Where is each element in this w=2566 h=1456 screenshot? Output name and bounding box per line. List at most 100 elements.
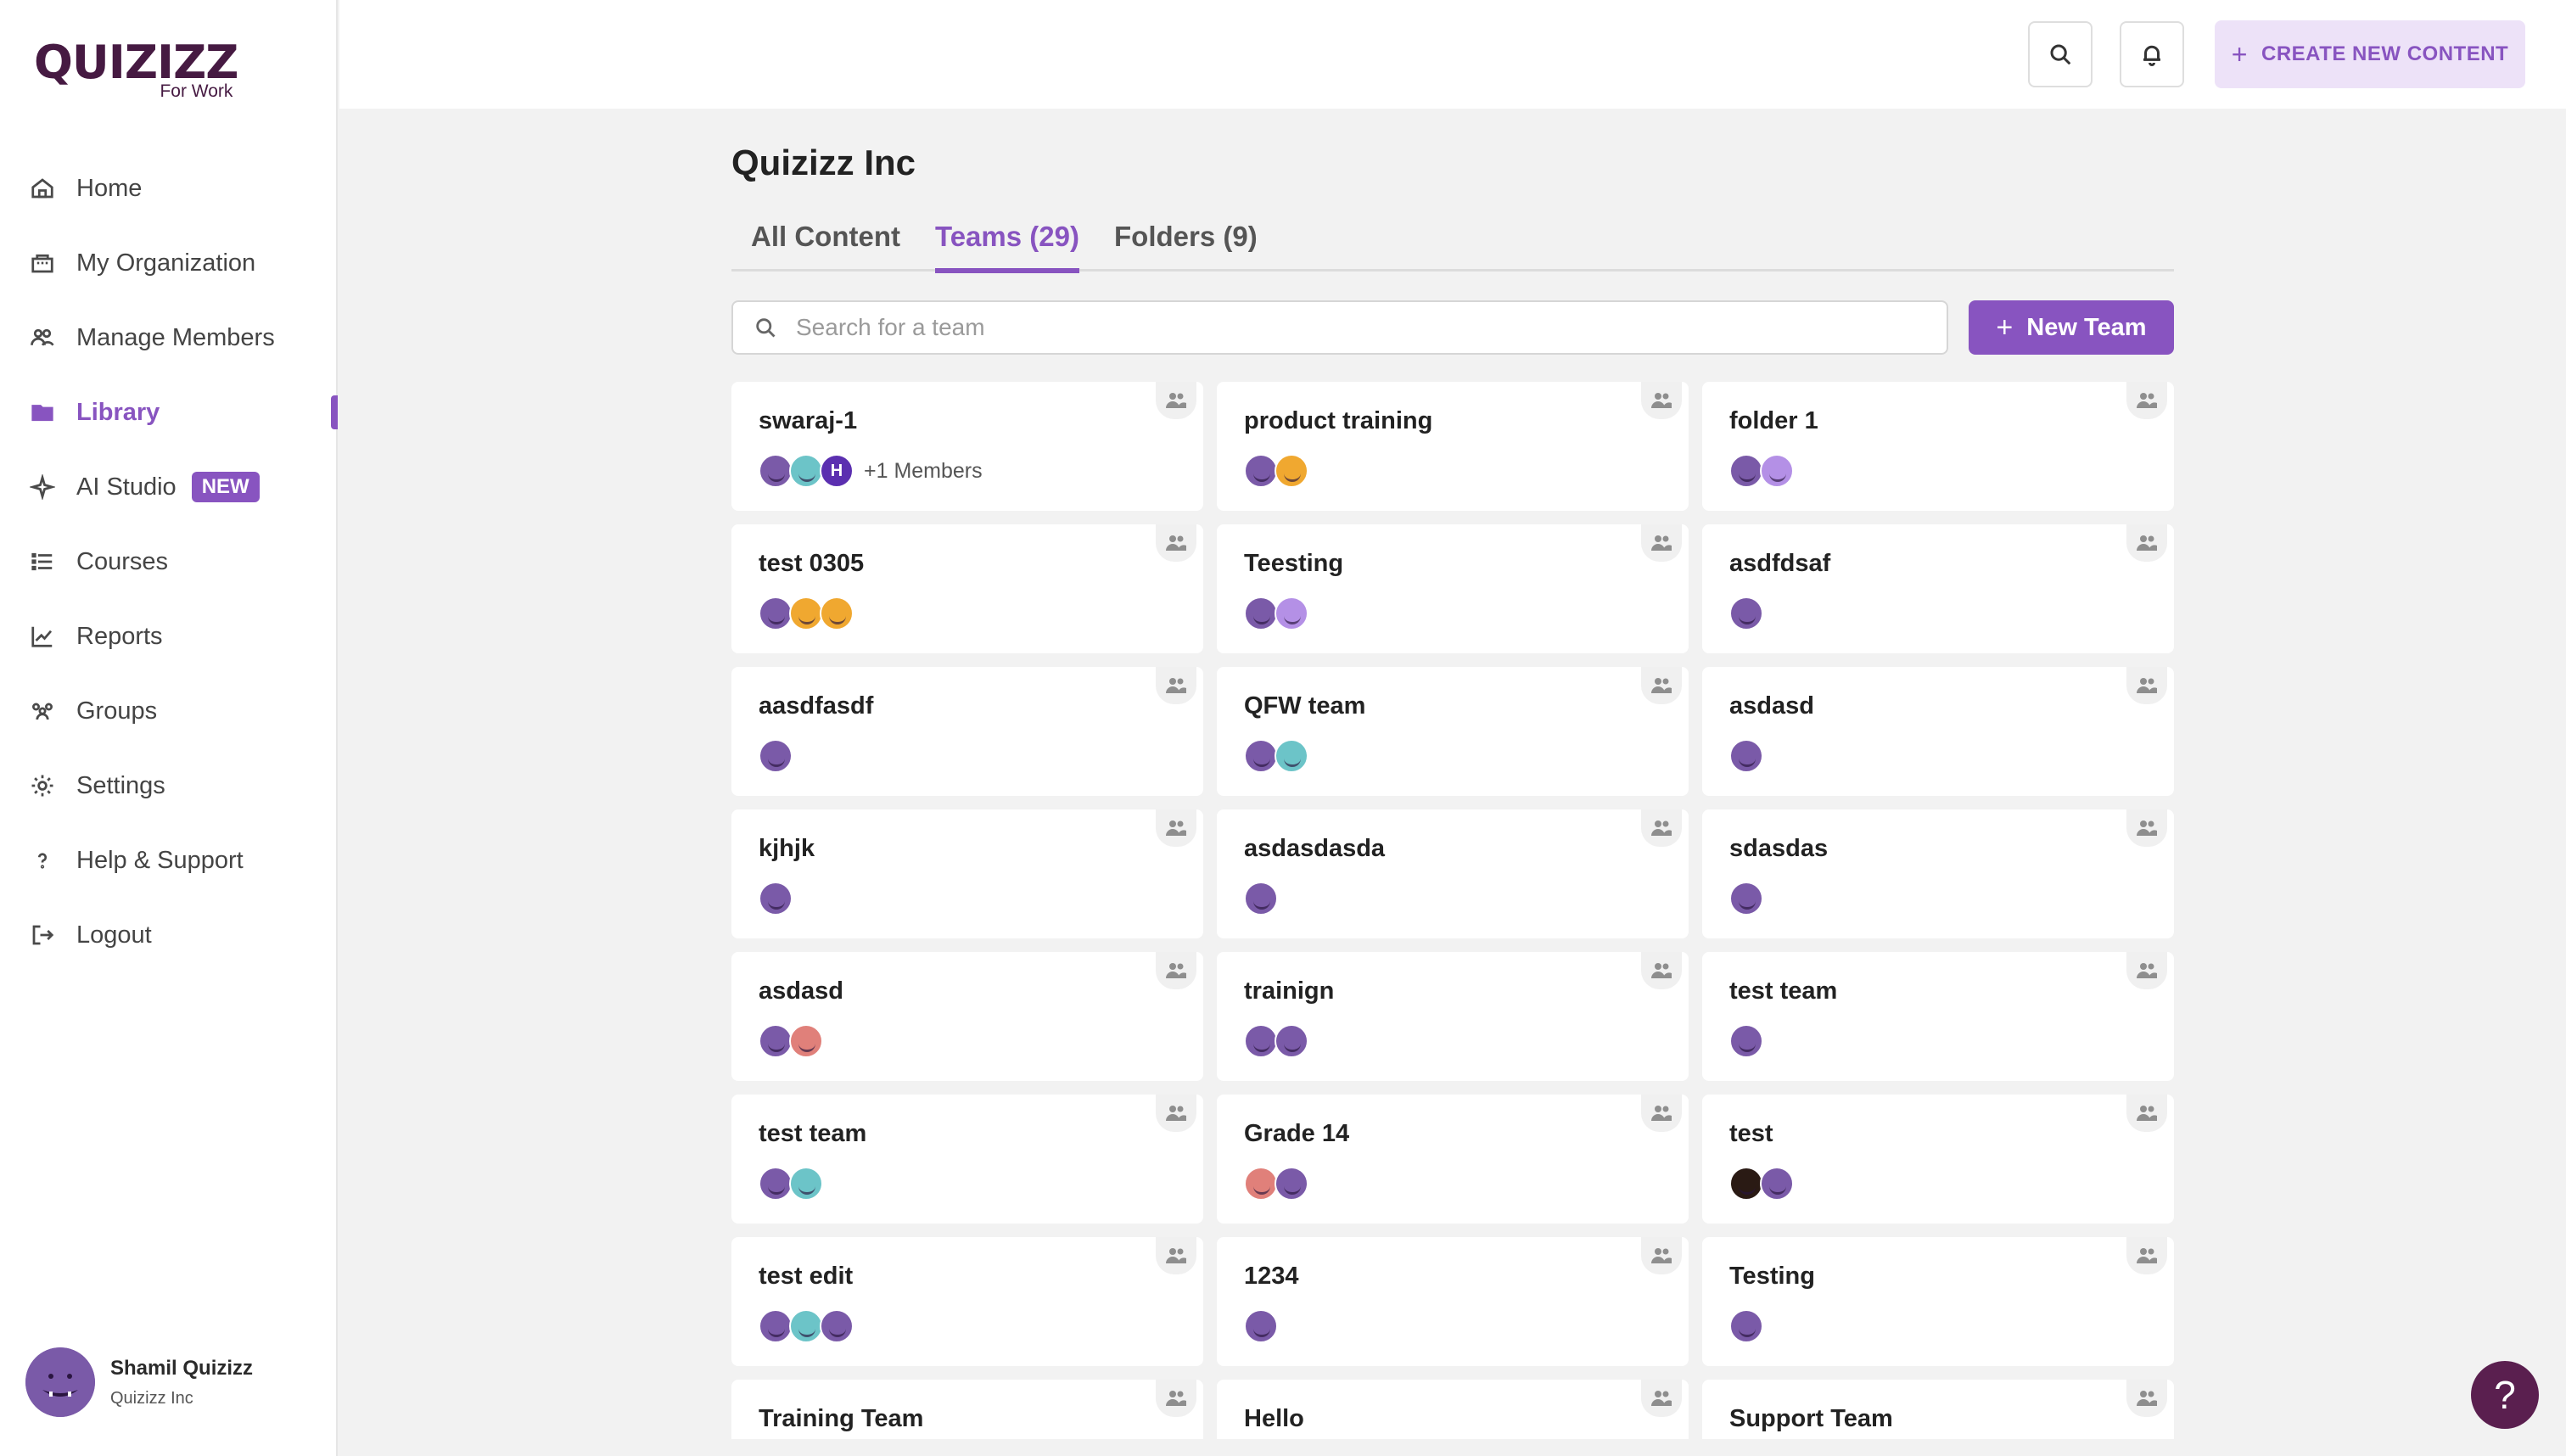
team-card[interactable]: kjhjk (731, 809, 1203, 938)
avatar (820, 596, 854, 630)
team-members (1244, 454, 1661, 488)
team-icon (1156, 952, 1196, 989)
sidebar-item-library[interactable]: Library (0, 375, 338, 450)
groups-icon (27, 696, 58, 726)
team-name: 1234 (1244, 1263, 1299, 1290)
top-bar: + CREATE NEW CONTENT (339, 0, 2566, 109)
team-icon (2126, 1237, 2167, 1274)
sidebar-item-reports[interactable]: Reports (0, 599, 338, 674)
team-icon (1156, 1095, 1196, 1132)
help-chat-button[interactable]: ? (2471, 1361, 2539, 1429)
avatar (789, 596, 823, 630)
avatar (1275, 454, 1308, 488)
quizizz-logo[interactable]: QUIZIZZ For Work (34, 37, 238, 102)
sidebar-item-settings[interactable]: Settings (0, 748, 338, 823)
avatar (789, 1024, 823, 1058)
team-card[interactable]: sdasdas (1702, 809, 2174, 938)
sidebar-item-label: Library (76, 398, 160, 426)
sidebar-item-logout[interactable]: Logout (0, 898, 338, 972)
team-members (759, 882, 1176, 916)
team-search-input[interactable] (796, 314, 1899, 341)
sparkle-icon (27, 472, 58, 502)
sidebar-item-label: Reports (76, 622, 163, 650)
team-name: test (1729, 1120, 1773, 1147)
team-name: Hello (1244, 1405, 1304, 1432)
team-icon (1641, 524, 1682, 562)
team-name: asdasd (1729, 692, 1814, 720)
sidebar-item-manage-members[interactable]: Manage Members (0, 300, 338, 375)
page-title: Quizizz Inc (731, 143, 916, 182)
team-card[interactable]: asdasdasda (1217, 809, 1689, 938)
team-members (759, 1309, 1176, 1343)
team-icon (2126, 809, 2167, 847)
team-name: test 0305 (759, 550, 865, 577)
team-icon (1641, 952, 1682, 989)
sidebar-item-label: Logout (76, 921, 152, 949)
new-team-button[interactable]: + New Team (1969, 300, 2174, 355)
team-card[interactable]: Hello (1217, 1380, 1689, 1439)
team-card[interactable]: Support Team (1702, 1380, 2174, 1439)
team-card[interactable]: Grade 14 (1217, 1095, 1689, 1224)
team-name: folder 1 (1729, 407, 1818, 434)
notifications-button[interactable] (2120, 21, 2184, 87)
sidebar-item-my-organization[interactable]: My Organization (0, 226, 338, 300)
team-card[interactable]: asdfdsaf (1702, 524, 2174, 653)
team-card[interactable]: test (1702, 1095, 2174, 1224)
avatar (1275, 739, 1308, 773)
sidebar-item-help-support[interactable]: Help & Support (0, 823, 338, 898)
sidebar-item-groups[interactable]: Groups (0, 674, 338, 748)
team-card[interactable]: product training (1217, 382, 1689, 511)
avatar (1275, 1167, 1308, 1201)
sidebar-item-label: Manage Members (76, 323, 275, 351)
team-card[interactable]: QFW team (1217, 667, 1689, 796)
team-icon (1156, 667, 1196, 704)
team-card[interactable]: Teesting (1217, 524, 1689, 653)
sidebar-item-courses[interactable]: Courses (0, 524, 338, 599)
plus-icon: + (2231, 38, 2248, 70)
avatar (1275, 596, 1308, 630)
tab-all-content[interactable]: All Content (751, 221, 900, 268)
team-card[interactable]: Training Team (731, 1380, 1203, 1439)
avatar (1729, 1167, 1763, 1201)
team-members (1729, 1024, 2147, 1058)
team-card[interactable]: test team (1702, 952, 2174, 1081)
team-icon (2126, 1380, 2167, 1417)
team-name: QFW team (1244, 692, 1366, 720)
team-card[interactable]: folder 1 (1702, 382, 2174, 511)
avatar (759, 596, 793, 630)
avatar (759, 1024, 793, 1058)
team-card[interactable]: test 0305 (731, 524, 1203, 653)
team-card[interactable]: swaraj-1 H +1 Members (731, 382, 1203, 511)
sidebar-item-ai-studio[interactable]: AI Studio NEW (0, 450, 338, 524)
team-search-box (731, 300, 1948, 355)
team-icon (1156, 1380, 1196, 1417)
create-new-content-button[interactable]: + CREATE NEW CONTENT (2215, 20, 2525, 88)
team-card[interactable]: asdasd (1702, 667, 2174, 796)
team-name: trainign (1244, 977, 1335, 1005)
courses-icon (27, 546, 58, 577)
team-card[interactable]: aasdfasdf (731, 667, 1203, 796)
team-name: product training (1244, 407, 1433, 434)
team-icon (1641, 1380, 1682, 1417)
team-members (759, 1167, 1176, 1201)
avatar: H (820, 454, 854, 488)
team-card[interactable]: test team (731, 1095, 1203, 1224)
avatar (759, 1309, 793, 1343)
team-icon (1156, 809, 1196, 847)
search-icon (2050, 44, 2071, 65)
team-card[interactable]: asdasd (731, 952, 1203, 1081)
team-card[interactable]: trainign (1217, 952, 1689, 1081)
search-button[interactable] (2028, 21, 2093, 87)
avatar (1729, 1309, 1763, 1343)
avatar (1244, 1024, 1278, 1058)
team-card[interactable]: 1234 (1217, 1237, 1689, 1366)
organization-icon (27, 248, 58, 278)
avatar (1275, 1024, 1308, 1058)
plus-icon: + (1996, 311, 2014, 344)
tab-folders[interactable]: Folders (9) (1114, 221, 1258, 268)
tab-teams[interactable]: Teams (29) (935, 221, 1079, 273)
sidebar-item-home[interactable]: Home (0, 151, 338, 226)
team-card[interactable]: test edit (731, 1237, 1203, 1366)
team-card[interactable]: Testing (1702, 1237, 2174, 1366)
user-profile[interactable]: Shamil Quizizz Quizizz Inc (25, 1347, 253, 1417)
